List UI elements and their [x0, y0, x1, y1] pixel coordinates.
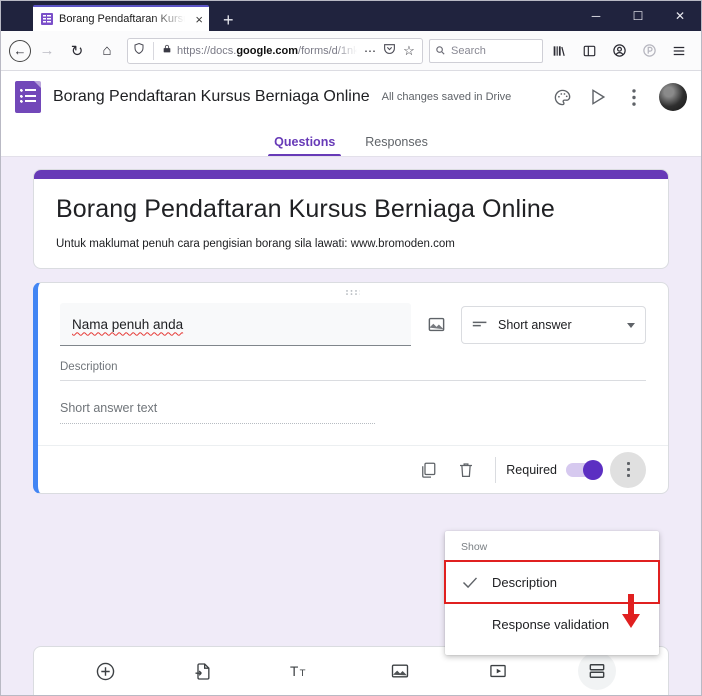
form-header-card[interactable]: Borang Pendaftaran Kursus Berniaga Onlin…	[33, 169, 669, 269]
tab-questions[interactable]: Questions	[268, 135, 342, 156]
divider	[153, 41, 154, 60]
forms-favicon-icon	[41, 13, 53, 25]
answer-placeholder: Short answer text	[60, 401, 158, 415]
svg-text:T: T	[299, 668, 305, 679]
palette-icon[interactable]	[551, 86, 573, 108]
user-avatar[interactable]	[659, 83, 687, 111]
short-answer-icon	[472, 316, 488, 334]
add-question-icon[interactable]	[86, 652, 124, 690]
preview-send-icon[interactable]	[587, 86, 609, 108]
bookmark-star-icon[interactable]: ☆	[401, 42, 417, 60]
question-description-input[interactable]: Description	[60, 357, 646, 381]
add-title-icon[interactable]: T T	[283, 652, 321, 690]
chevron-down-icon	[627, 322, 635, 328]
menu-icon[interactable]	[665, 37, 693, 65]
url-text[interactable]: https://docs.google.com/forms/d/1nkoz	[177, 45, 357, 57]
form-description[interactable]: Untuk maklumat penuh cara pengisian bora…	[34, 224, 668, 250]
window-close-icon[interactable]: ✕	[659, 1, 701, 31]
menu-item-description[interactable]: Description	[444, 560, 660, 604]
question-description-placeholder: Description	[60, 361, 118, 373]
question-title-value: Nama penuh anda	[72, 316, 184, 332]
check-icon	[461, 576, 478, 589]
add-section-icon[interactable]	[577, 652, 616, 690]
answer-preview: Short answer text	[60, 399, 375, 424]
extension-icon[interactable]	[635, 37, 663, 65]
header-actions	[551, 83, 687, 111]
menu-item-response-validation[interactable]: Response validation	[445, 603, 659, 645]
browser-titlebar: Borang Pendaftaran Kursus Ber × + ─ ☐ ✕	[1, 1, 701, 31]
question-footer: Required	[38, 445, 668, 493]
reload-icon[interactable]: ↻	[63, 37, 91, 65]
question-title-wrap: Nama penuh anda	[60, 303, 411, 346]
search-input[interactable]: Search	[429, 38, 543, 63]
required-toggle[interactable]	[566, 459, 603, 480]
form-title[interactable]: Borang Pendaftaran Kursus Berniaga Onlin…	[34, 179, 668, 224]
duplicate-icon[interactable]	[409, 451, 447, 489]
forward-icon: →	[39, 42, 55, 59]
question-type-select[interactable]: Short answer	[461, 306, 646, 344]
question-type-label: Short answer	[498, 318, 572, 332]
window-controls: ─ ☐ ✕	[575, 1, 701, 31]
page-actions-icon[interactable]: ⋯	[362, 42, 378, 60]
address-bar[interactable]: https://docs.google.com/forms/d/1nkoz ⋯ …	[127, 37, 423, 64]
form-title-header[interactable]: Borang Pendaftaran Kursus Berniaga Onlin…	[53, 88, 370, 106]
forms-tab-bar: Questions Responses	[1, 123, 701, 157]
required-label: Required	[506, 462, 557, 477]
more-vertical-icon[interactable]	[623, 86, 645, 108]
browser-navbar: ← → ↻ ⌂ https://docs.google.com/forms/d/…	[1, 31, 701, 71]
form-canvas: Borang Pendaftaran Kursus Berniaga Onlin…	[1, 157, 701, 695]
add-video-icon[interactable]	[479, 652, 517, 690]
menu-header: Show	[461, 541, 488, 553]
account-icon[interactable]	[605, 37, 633, 65]
question-card[interactable]: Nama penuh anda Short answer Description…	[33, 282, 669, 494]
add-image-icon[interactable]	[381, 652, 419, 690]
tab-responses[interactable]: Responses	[359, 135, 434, 156]
drag-handle-icon[interactable]	[38, 288, 668, 296]
search-placeholder: Search	[451, 44, 486, 57]
search-icon	[436, 46, 445, 55]
library-icon[interactable]	[545, 37, 573, 65]
google-forms-logo-icon[interactable]	[15, 81, 41, 113]
close-icon[interactable]: ×	[195, 13, 203, 26]
add-image-icon[interactable]	[425, 313, 447, 335]
menu-item-label: Response validation	[492, 616, 610, 632]
question-title-input[interactable]: Nama penuh anda	[60, 303, 411, 346]
divider	[495, 456, 497, 483]
trash-icon[interactable]	[447, 451, 485, 489]
show-options-menu: Show Description Response validation	[444, 531, 660, 655]
browser-window: Borang Pendaftaran Kursus Ber × + ─ ☐ ✕ …	[0, 0, 702, 696]
back-icon[interactable]: ←	[9, 39, 31, 62]
new-tab-button[interactable]: +	[223, 11, 234, 29]
form-accent-bar	[34, 170, 668, 179]
save-status: All changes saved in Drive	[381, 91, 512, 103]
pocket-icon[interactable]	[383, 42, 396, 60]
svg-text:T: T	[290, 664, 298, 679]
forms-app-header: Borang Pendaftaran Kursus Berniaga Onlin…	[1, 71, 701, 123]
question-more-options-button[interactable]	[610, 451, 646, 488]
home-icon[interactable]: ⌂	[93, 37, 121, 65]
tab-title: Borang Pendaftaran Kursus Ber	[59, 13, 190, 25]
question-title-row: Nama penuh anda Short answer	[60, 297, 646, 346]
browser-tab[interactable]: Borang Pendaftaran Kursus Ber ×	[33, 5, 209, 31]
maximize-icon[interactable]: ☐	[617, 1, 659, 31]
lock-icon[interactable]	[162, 42, 172, 60]
minimize-icon[interactable]: ─	[575, 1, 617, 31]
menu-item-label: Description	[492, 574, 558, 590]
shield-icon[interactable]	[133, 42, 145, 60]
import-questions-icon[interactable]	[184, 652, 222, 690]
sidebar-icon[interactable]	[575, 37, 603, 65]
